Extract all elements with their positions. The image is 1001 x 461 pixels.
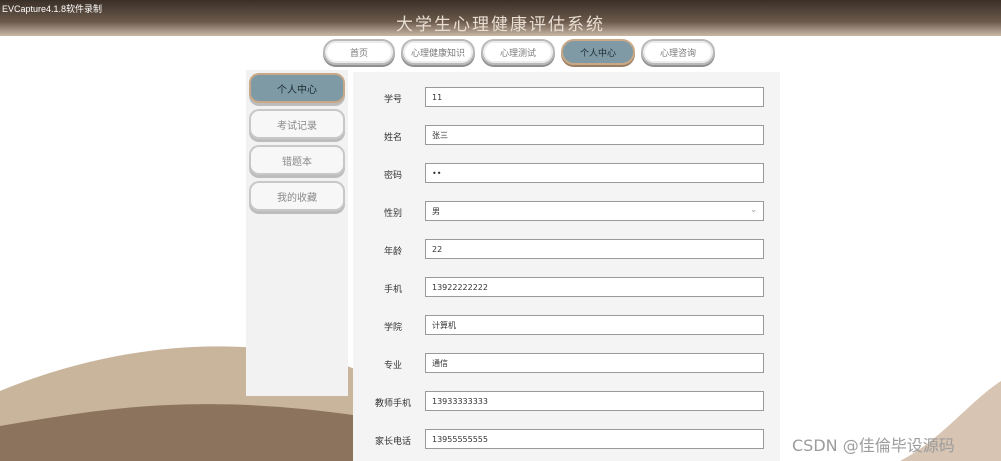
field-label: 学号	[383, 95, 402, 105]
major-input[interactable]: 通信	[425, 353, 764, 373]
form-row-password: 密码 ••	[353, 163, 780, 185]
site-title: 大学生心理健康评估系统	[396, 15, 605, 35]
form-row-teacher-phone: 教师手机 13933333333	[353, 391, 780, 413]
form-row-student-id: 学号 11	[353, 87, 780, 109]
top-header-bar: EVCapture4.1.8软件录制 大学生心理健康评估系统	[0, 0, 1001, 36]
phone-input[interactable]: 13922222222	[425, 277, 764, 297]
form-row-college: 学院 计算机	[353, 315, 780, 337]
name-input[interactable]: 张三	[425, 125, 764, 145]
form-row-name: 姓名 张三	[353, 125, 780, 147]
field-label: 手机	[383, 285, 402, 295]
sidebar-item-exam-records[interactable]: 考试记录	[249, 109, 345, 139]
nav-consultation[interactable]: 心理咨询	[641, 39, 715, 65]
form-row-gender: 性别 男 ⌄	[353, 201, 780, 223]
nav-personal-center[interactable]: 个人中心	[561, 39, 635, 65]
password-input[interactable]: ••	[425, 163, 764, 183]
sidebar-item-favorites[interactable]: 我的收藏	[249, 181, 345, 211]
parent-phone-input[interactable]: 13955555555	[425, 429, 764, 449]
field-label: 学院	[383, 323, 402, 333]
field-label: 专业	[383, 361, 402, 371]
gender-select-value: 男	[432, 206, 440, 216]
top-navigation: 首页 心理健康知识 心理测试 个人中心 心理咨询	[323, 39, 715, 65]
nav-home[interactable]: 首页	[323, 39, 395, 65]
field-label: 性别	[383, 209, 402, 219]
profile-form: 学号 11 姓名 张三 密码 •• 性别 男 ⌄ 年龄 22 手机 139222…	[353, 72, 780, 461]
form-row-phone: 手机 13922222222	[353, 277, 780, 299]
gender-select[interactable]: 男 ⌄	[425, 201, 764, 221]
field-label: 教师手机	[374, 399, 411, 409]
chevron-down-icon: ⌄	[750, 205, 757, 214]
field-label: 姓名	[383, 133, 402, 143]
field-label: 年龄	[383, 247, 402, 257]
college-input[interactable]: 计算机	[425, 315, 764, 335]
age-input[interactable]: 22	[425, 239, 764, 259]
sidebar-item-personal-center[interactable]: 个人中心	[249, 73, 345, 103]
sidebar-menu: 个人中心 考试记录 错题本 我的收藏	[246, 70, 348, 396]
field-label: 密码	[383, 171, 402, 181]
form-row-major: 专业 通信	[353, 353, 780, 375]
nav-mental-health-knowledge[interactable]: 心理健康知识	[401, 39, 475, 65]
csdn-watermark: CSDN @佳倫毕设源码	[792, 436, 955, 455]
field-label: 家长电话	[374, 437, 411, 447]
form-row-parent-phone: 家长电话 13955555555	[353, 429, 780, 451]
nav-psych-test[interactable]: 心理测试	[481, 39, 555, 65]
student-id-input[interactable]: 11	[425, 87, 764, 107]
form-row-age: 年龄 22	[353, 239, 780, 261]
sidebar-item-wrong-questions[interactable]: 错题本	[249, 145, 345, 175]
teacher-phone-input[interactable]: 13933333333	[425, 391, 764, 411]
